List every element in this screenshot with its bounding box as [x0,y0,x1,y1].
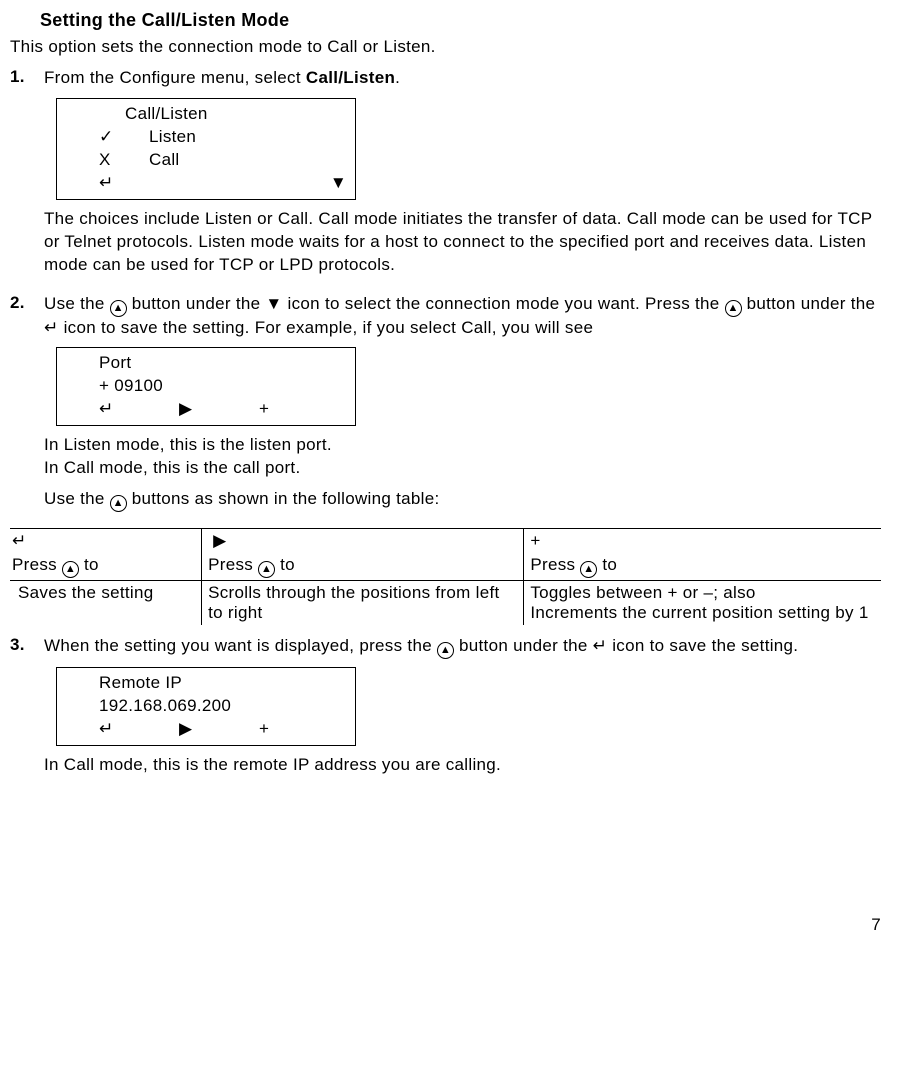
plus-icon: + [259,398,269,421]
up-button-icon: ▲ [110,495,127,512]
enter-icon: ↵ [593,636,608,655]
lcd-title: Remote IP [65,672,347,695]
lcd-value: + 09100 [65,375,347,398]
lcd-option-listen: Listen [149,126,196,149]
lcd-call-listen: Call/Listen ✓ Listen X Call ↵ ▼ [56,98,356,200]
lcd-value: 192.168.069.200 [65,695,347,718]
table-cell: Scrolls through the positions from left … [202,581,524,626]
right-arrow-icon: ▶ [179,398,259,421]
intro-text: This option sets the connection mode to … [10,37,881,57]
step-2: 2. Use the ▲ button under the ▼ icon to … [10,293,881,521]
up-button-icon: ▲ [437,642,454,659]
step-1: 1. From the Configure menu, select Call/… [10,67,881,285]
step2-table-intro: Use the ▲ buttons as shown in the follow… [44,488,881,512]
col-header-press: Press ▲ to [202,553,524,581]
menu-item-call-listen: Call/Listen [306,68,395,87]
up-button-icon: ▲ [258,561,275,578]
up-button-icon: ▲ [725,300,742,317]
steps-list: 1. From the Configure menu, select Call/… [10,67,881,520]
step2-call-note: In Call mode, this is the call port. [44,457,881,480]
step3-instruction: When the setting you want is displayed, … [44,635,881,659]
step-3: 3. When the setting you want is displaye… [10,635,881,785]
lcd-title: Call/Listen [65,103,347,126]
lcd-option-call: Call [149,149,180,172]
enter-icon: ↵ [99,398,179,421]
step-number: 1. [10,67,44,285]
table-cell: Toggles between + or –; also Increments … [524,581,881,626]
enter-icon: ↵ [44,318,59,337]
section-heading: Setting the Call/Listen Mode [40,10,881,31]
plus-icon: + [259,718,269,741]
col-header-press: Press ▲ to [524,553,881,581]
check-icon: ✓ [65,126,149,149]
col-header-right-icon: ▶ [202,529,524,554]
step-number: 3. [10,635,44,785]
step2-listen-note: In Listen mode, this is the listen port. [44,434,881,457]
step2-instruction: Use the ▲ button under the ▼ icon to sel… [44,293,881,340]
x-icon: X [65,149,149,172]
enter-icon: ↵ [99,718,179,741]
steps-list-cont: 3. When the setting you want is displaye… [10,635,881,785]
right-arrow-icon: ▶ [179,718,259,741]
col-header-enter-icon: ↵ [10,529,202,554]
col-header-plus-icon: + [524,529,881,554]
lcd-remote-ip: Remote IP 192.168.069.200 ↵ ▶ + [56,667,356,746]
page-number: 7 [10,915,881,935]
step-number: 2. [10,293,44,521]
col-header-press: Press ▲ to [10,553,202,581]
step1-explanation: The choices include Listen or Call. Call… [44,208,881,277]
step1-instruction: From the Configure menu, select Call/Lis… [44,67,881,90]
up-button-icon: ▲ [62,561,79,578]
table-cell: Saves the setting [10,581,202,626]
lcd-port: Port + 09100 ↵ ▶ + [56,347,356,426]
up-button-icon: ▲ [580,561,597,578]
up-button-icon: ▲ [110,300,127,317]
step3-note: In Call mode, this is the remote IP addr… [44,754,881,777]
button-function-table: ↵ ▶ + Press ▲ to Press ▲ to Press ▲ to S… [10,528,881,625]
down-arrow-icon: ▼ [252,172,347,195]
lcd-title: Port [65,352,347,375]
enter-icon: ↵ [99,172,175,195]
down-arrow-icon: ▼ [265,294,282,313]
